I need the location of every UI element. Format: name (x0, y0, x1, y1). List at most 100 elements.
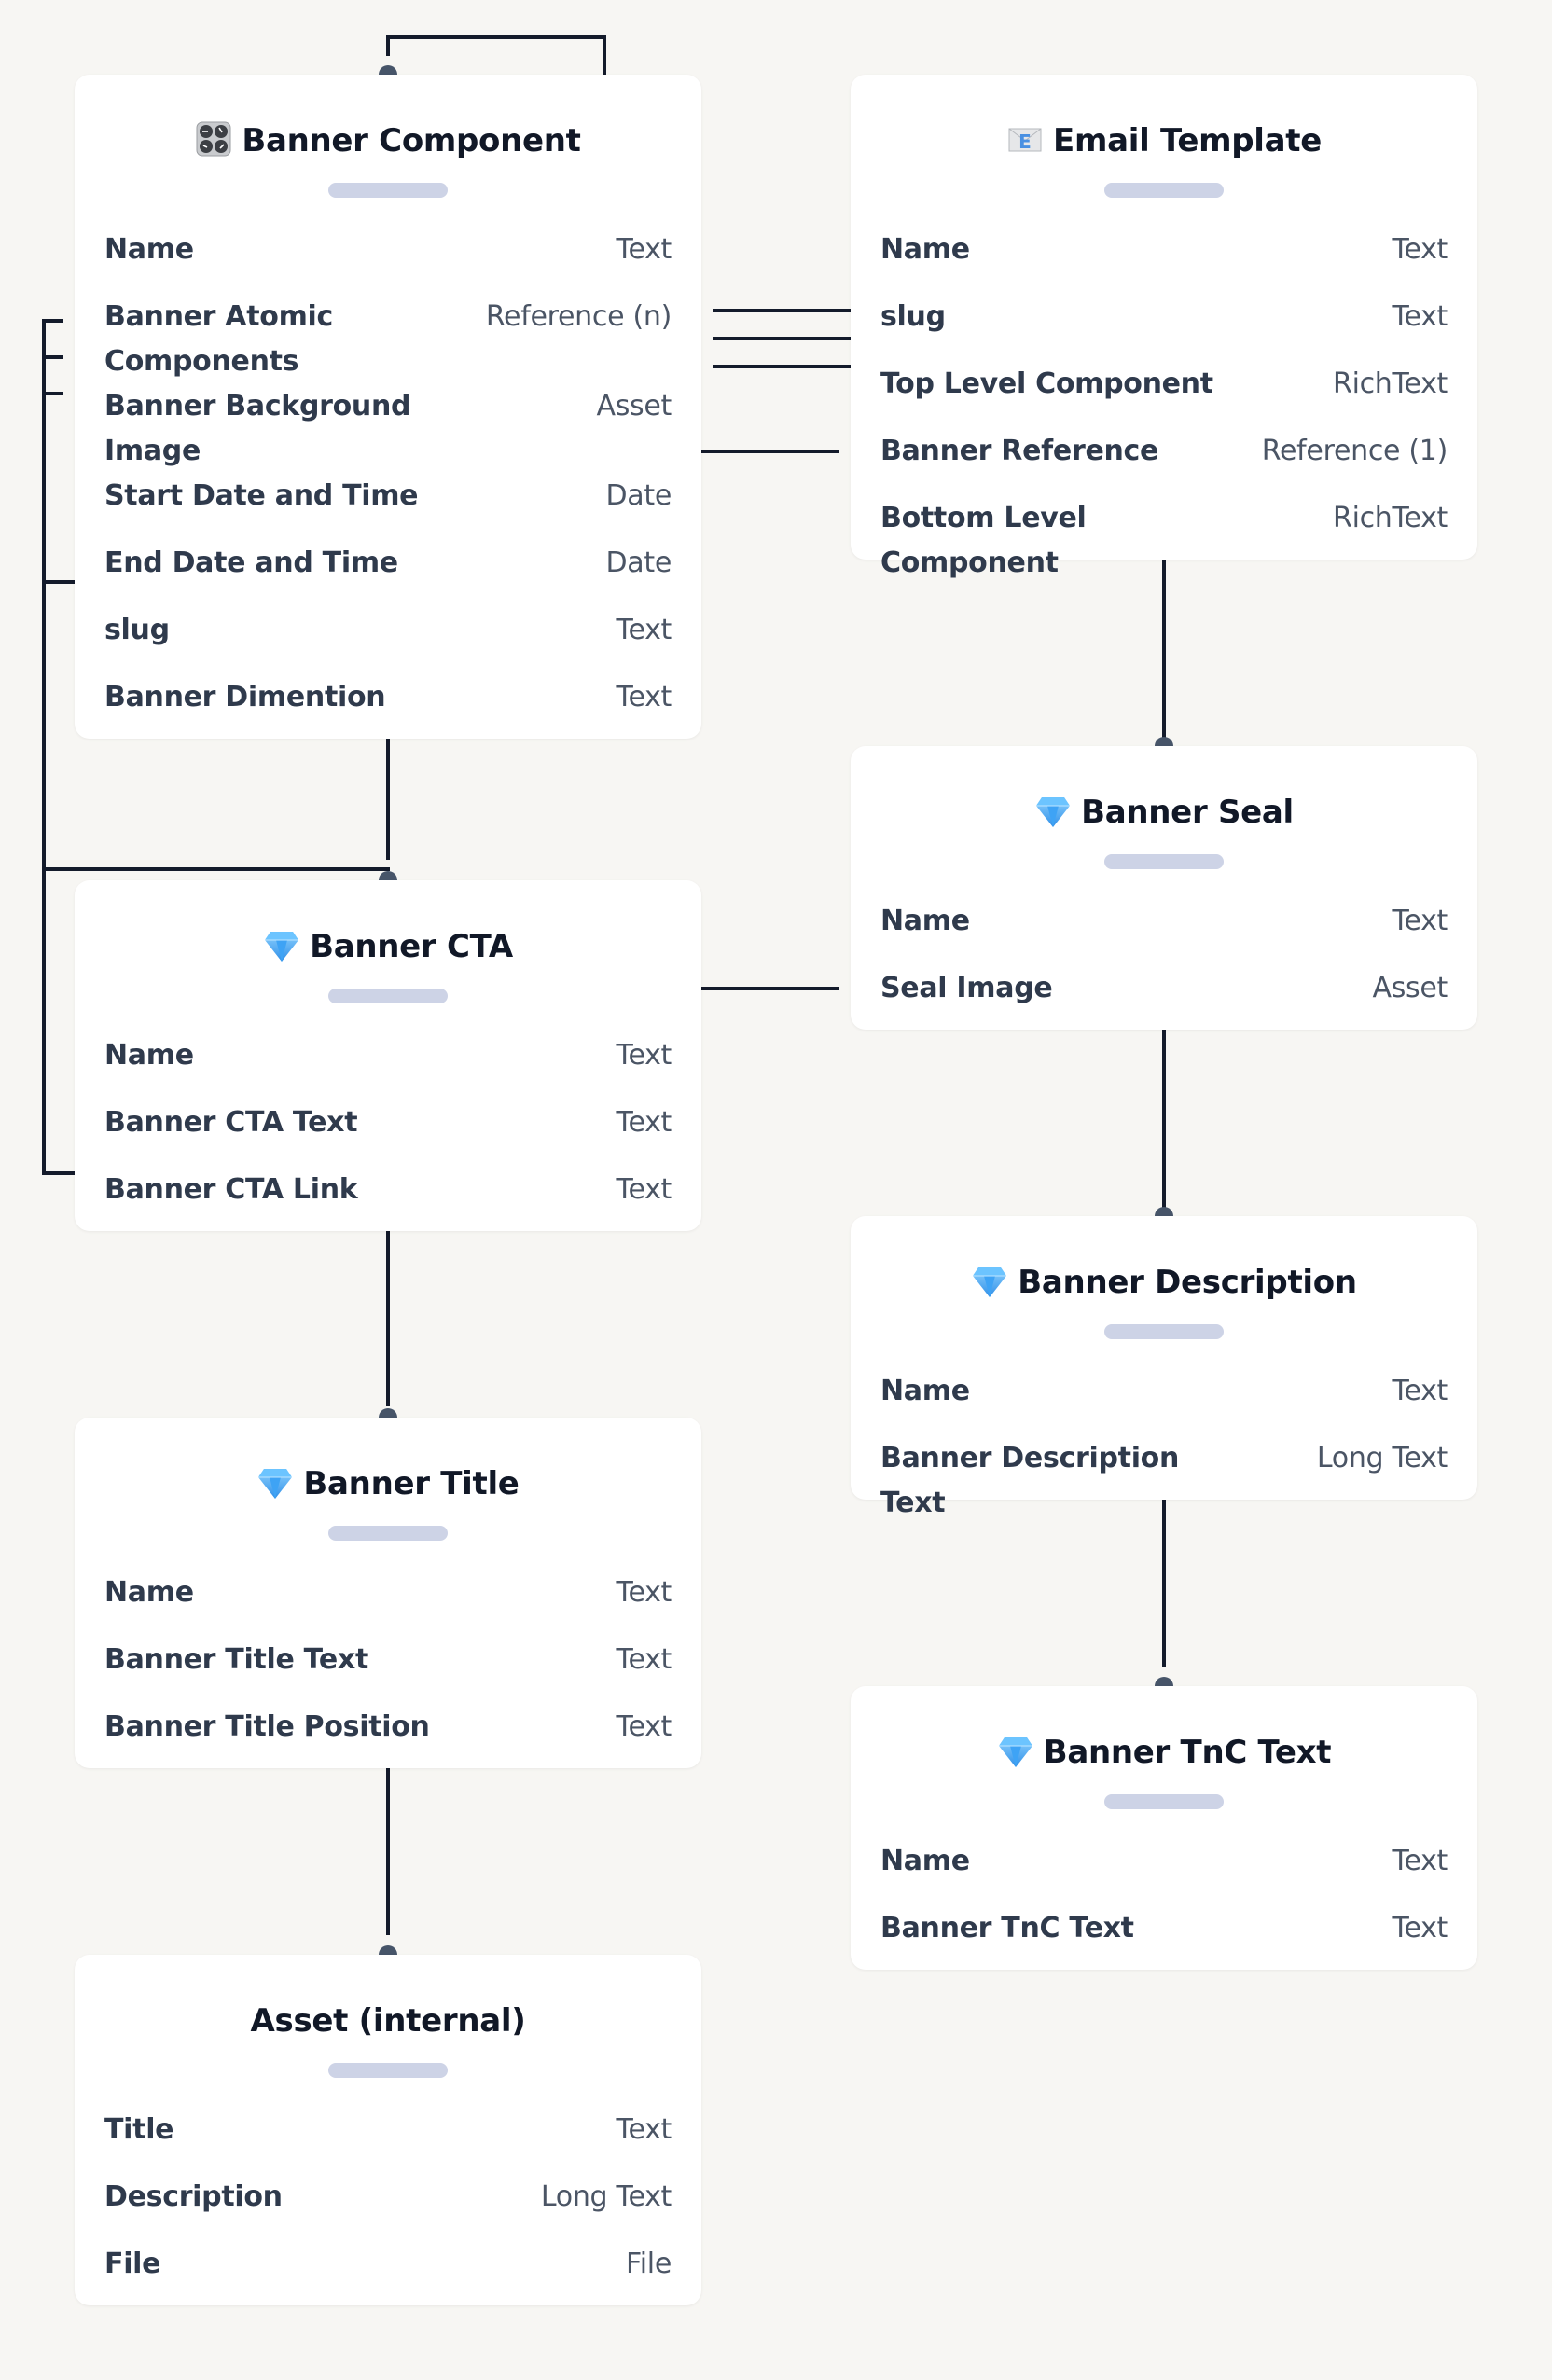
field-row[interactable]: slug Text (104, 608, 672, 675)
field-name: End Date and Time (104, 547, 398, 579)
field-row[interactable]: slug Text (880, 295, 1448, 362)
field-type: Text (1392, 1845, 1448, 1877)
field-type: Asset (1372, 972, 1448, 1004)
field-row[interactable]: Banner TnC Text Text (880, 1906, 1448, 1973)
entity-card-banner-seal[interactable]: Banner Seal Name Text Seal Image Asset (851, 746, 1477, 1030)
svg-text:E: E (1018, 131, 1032, 153)
drag-handle[interactable] (1104, 854, 1224, 869)
field-name: Banner CTA Link (104, 1173, 358, 1206)
field-row[interactable]: Name Text (880, 1369, 1448, 1436)
field-type: Text (616, 1643, 672, 1676)
entity-title: Banner Seal (1081, 794, 1294, 831)
field-list: Name Text slug Text Top Level Component RichT… (880, 228, 1448, 586)
field-list: Title Text Description Long Text File File (104, 2108, 672, 2309)
entity-title: Banner Description (1018, 1264, 1357, 1301)
field-type: Text (616, 614, 672, 646)
field-name: Name (880, 1845, 970, 1877)
field-type: Text (1392, 905, 1448, 937)
email-envelope-icon: E (1006, 120, 1044, 161)
field-name: Banner Background Image (104, 390, 411, 467)
field-row[interactable]: Title Text (104, 2108, 672, 2175)
field-type: Asset (596, 390, 672, 422)
field-row[interactable]: Name Text (104, 1033, 672, 1100)
field-row[interactable]: Description Long Text (104, 2175, 672, 2242)
field-name: Banner Title Position (104, 1710, 430, 1743)
field-name: slug (104, 614, 170, 646)
field-list: Name Text Banner TnC Text Text (880, 1839, 1448, 1973)
drag-handle[interactable] (1104, 183, 1224, 198)
field-type: Long Text (1316, 1442, 1448, 1474)
field-type: Text (616, 1576, 672, 1609)
field-row[interactable]: Banner CTA Text Text (104, 1100, 672, 1168)
entity-title: Banner TnC Text (1043, 1734, 1332, 1771)
field-row[interactable]: Seal Image Asset (880, 966, 1448, 1033)
gem-icon (256, 1463, 294, 1504)
field-name: Name (880, 1375, 970, 1407)
drag-handle[interactable] (328, 989, 448, 1003)
field-row[interactable]: Bottom Level Component RichText (880, 496, 1448, 586)
field-type: Text (616, 1106, 672, 1139)
field-type: Text (616, 1173, 672, 1206)
field-name: Banner Atomic Components (104, 300, 334, 378)
entity-title: Banner Title (303, 1465, 520, 1502)
field-name: Name (104, 1576, 194, 1609)
entity-card-banner-component[interactable]: Banner Component Name Text Banner Atomic C… (75, 75, 701, 739)
drag-handle[interactable] (328, 183, 448, 198)
entity-title: Email Template (1053, 122, 1322, 159)
field-name: Top Level Component (880, 367, 1213, 400)
drag-handle[interactable] (1104, 1324, 1224, 1339)
field-row[interactable]: Banner Background Image Asset (104, 384, 672, 474)
field-type: Reference (n) (485, 300, 672, 333)
field-row[interactable]: File File (104, 2242, 672, 2309)
field-type: Text (616, 233, 672, 266)
gem-icon (971, 1262, 1008, 1303)
gem-icon (1034, 792, 1072, 833)
field-type: Reference (1) (1261, 435, 1448, 467)
field-type: Date (605, 547, 672, 579)
entity-title: Asset (internal) (250, 2002, 526, 2040)
drag-handle[interactable] (328, 2063, 448, 2078)
field-row[interactable]: Name Text (880, 1839, 1448, 1906)
field-type: Long Text (540, 2180, 672, 2213)
field-row[interactable]: Start Date and Time Date (104, 474, 672, 541)
drag-handle[interactable] (1104, 1794, 1224, 1809)
field-row[interactable]: Banner Title Position Text (104, 1705, 672, 1772)
field-type: Date (605, 479, 672, 512)
field-row[interactable]: Name Text (880, 228, 1448, 295)
field-row[interactable]: Banner Title Text Text (104, 1638, 672, 1705)
field-name: Banner Description Text (880, 1442, 1180, 1519)
entity-title: Banner CTA (310, 928, 513, 965)
field-row[interactable]: End Date and Time Date (104, 541, 672, 608)
field-name: Name (880, 905, 970, 937)
field-row[interactable]: Name Text (104, 228, 672, 295)
entity-card-banner-tnc-text[interactable]: Banner TnC Text Name Text Banner TnC Text T… (851, 1686, 1477, 1970)
field-name: Banner Title Text (104, 1643, 368, 1676)
gem-icon (263, 926, 300, 967)
field-type: RichText (1333, 367, 1448, 400)
field-type: Text (616, 1710, 672, 1743)
field-row[interactable]: Banner Reference Reference (1) (880, 429, 1448, 496)
field-name: Banner Reference (880, 435, 1159, 467)
field-row[interactable]: Banner CTA Link Text (104, 1168, 672, 1235)
field-row[interactable]: Name Text (880, 899, 1448, 966)
entity-card-banner-cta[interactable]: Banner CTA Name Text Banner CTA Text Text Ba… (75, 880, 701, 1231)
drag-handle[interactable] (328, 1526, 448, 1541)
field-name: Banner CTA Text (104, 1106, 358, 1139)
field-row[interactable]: Banner Description Text Long Text (880, 1436, 1448, 1526)
field-row[interactable]: Top Level Component RichText (880, 362, 1448, 429)
field-type: Text (616, 1039, 672, 1072)
field-name: Seal Image (880, 972, 1053, 1004)
entity-card-banner-title[interactable]: Banner Title Name Text Banner Title Text Te… (75, 1418, 701, 1768)
field-row[interactable]: Banner Dimention Text (104, 675, 672, 742)
field-type: Text (1392, 1912, 1448, 1944)
entity-card-asset-internal[interactable]: Asset (internal) Title Text Description Lon… (75, 1955, 701, 2305)
control-knobs-icon (195, 120, 232, 161)
connector-self-reference (386, 35, 606, 75)
field-name: Name (104, 1039, 194, 1072)
field-type: Text (1392, 1375, 1448, 1407)
field-row[interactable]: Banner Atomic Components Reference (n) (104, 295, 672, 384)
field-row[interactable]: Name Text (104, 1571, 672, 1638)
entity-card-email-template[interactable]: E Email Template Name Text slug Text Top Lev… (851, 75, 1477, 579)
field-name: Name (880, 233, 970, 266)
entity-card-banner-description[interactable]: Banner Description Name Text Banner Descri… (851, 1216, 1477, 1519)
